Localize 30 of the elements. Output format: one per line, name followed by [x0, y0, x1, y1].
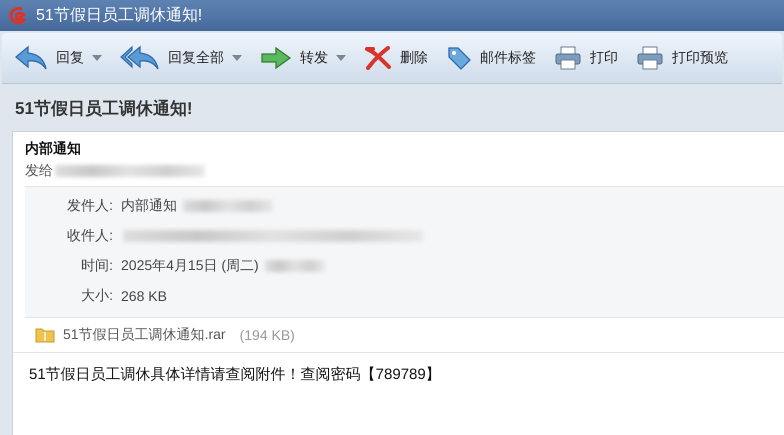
print-button[interactable]: 打印预览: [634, 42, 730, 74]
app-logo-icon: [8, 6, 28, 26]
detail-value: 内部通知: [121, 197, 177, 215]
attachment-link[interactable]: 51节假日员工调休通知.rar: [63, 326, 226, 344]
detail-label: 发件人:: [66, 197, 114, 215]
sender-name: 内部通知: [25, 140, 82, 158]
tag-button[interactable]: 邮件标签: [444, 41, 538, 75]
delete-cross-icon: [364, 46, 392, 70]
reply-all-icon: [120, 45, 160, 71]
forward-button[interactable]: 转发: [258, 42, 348, 74]
print-button[interactable]: 打印: [552, 42, 620, 74]
detail-value: 2025年4月15日 (周二): [121, 257, 259, 275]
printer-icon: [636, 46, 664, 70]
reply-button[interactable]: 回复: [12, 41, 104, 75]
reply-all-button[interactable]: 回复全部: [118, 41, 244, 75]
detail-label: 时间:: [80, 257, 114, 275]
reply-icon: [14, 45, 48, 71]
sent-to-label: 发给: [25, 162, 53, 180]
detail-value: 268 KB: [121, 288, 167, 304]
email-subject: 51节假日员工调休通知!: [14, 98, 194, 120]
window-title: 51节假日员工调休通知!: [36, 6, 202, 26]
detail-label: 收件人:: [66, 227, 114, 245]
message-body: 51节假日员工调休具体详情请查阅附件！查阅密码【789789】: [28, 365, 442, 385]
tag-icon: [446, 45, 472, 71]
delete-button[interactable]: 删除: [362, 42, 430, 74]
forward-arrow-icon: [260, 46, 292, 70]
attachment-size: (194 KB): [240, 327, 295, 343]
detail-label: 大小:: [80, 287, 114, 305]
folder-icon: [35, 327, 55, 343]
printer-icon: [554, 46, 582, 70]
